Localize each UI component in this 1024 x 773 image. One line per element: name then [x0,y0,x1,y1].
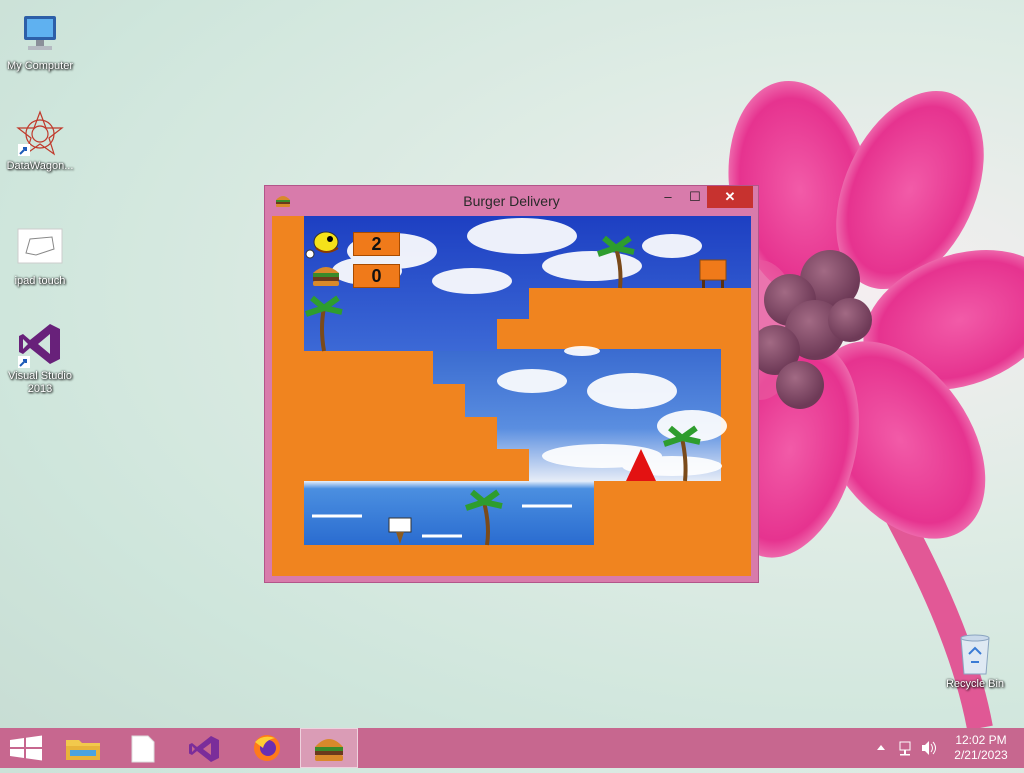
burger-counter: 0 [353,264,400,288]
desktop-icon-recycle-bin[interactable]: Recycle Bin [935,632,1015,691]
desktop-icon-label: Recycle Bin [945,678,1005,690]
close-button[interactable]: ✕ [707,186,753,208]
network-icon[interactable] [899,741,911,756]
windows-logo-icon [10,735,42,761]
desktop-icon-label: DataWagon... [6,160,74,172]
folder-icon [66,740,100,760]
document-icon [131,735,155,763]
volume-icon[interactable] [922,741,936,755]
desktop-icon-label: ipad touch [14,275,66,287]
desktop-icon-visual-studio[interactable]: Visual Studio 2013 [0,320,80,396]
desktop-icon-datawagon[interactable]: DataWagon... [0,110,80,173]
taskbar-visual-studio[interactable] [177,728,233,768]
start-button[interactable] [0,728,56,768]
lives-counter: 2 [353,232,400,256]
firefox-icon [254,735,280,761]
taskbar-document[interactable] [115,728,171,768]
computer-icon [16,10,64,58]
minimize-button[interactable]: – [653,186,683,208]
burger-icon [315,739,343,761]
desktop-icon-label: Visual Studio 2013 [7,370,72,395]
taskbar-burger-delivery[interactable] [300,728,358,768]
recycle-bin-icon [955,632,995,676]
taskbar-file-explorer[interactable] [55,728,111,768]
taskbar-clock[interactable]: 12:02 PM 2/21/2023 [948,733,1014,763]
taskbar-firefox[interactable] [239,728,295,768]
system-tray [872,728,946,768]
game-scene [304,216,751,546]
taskbar: 12:02 PM 2/21/2023 [0,728,1024,768]
desktop-icon-ipad-touch[interactable]: ipad touch [0,225,80,288]
visual-studio-icon [189,736,219,762]
desktop-icon-my-computer[interactable]: My Computer [0,10,80,73]
window-titlebar[interactable]: Burger Delivery – ☐ ✕ [265,186,758,216]
game-window[interactable]: Burger Delivery – ☐ ✕ 2 0 [264,185,759,583]
show-hidden-icons-icon[interactable] [877,745,885,750]
image-file-icon [16,225,64,273]
maximize-button[interactable]: ☐ [680,186,710,208]
clock-time: 12:02 PM [955,733,1007,747]
game-canvas[interactable]: 2 0 [272,216,751,576]
desktop-icon-label: My Computer [6,60,74,72]
datawagon-star-icon [16,110,64,158]
visual-studio-icon [16,320,64,368]
clock-date: 2/21/2023 [954,748,1008,762]
